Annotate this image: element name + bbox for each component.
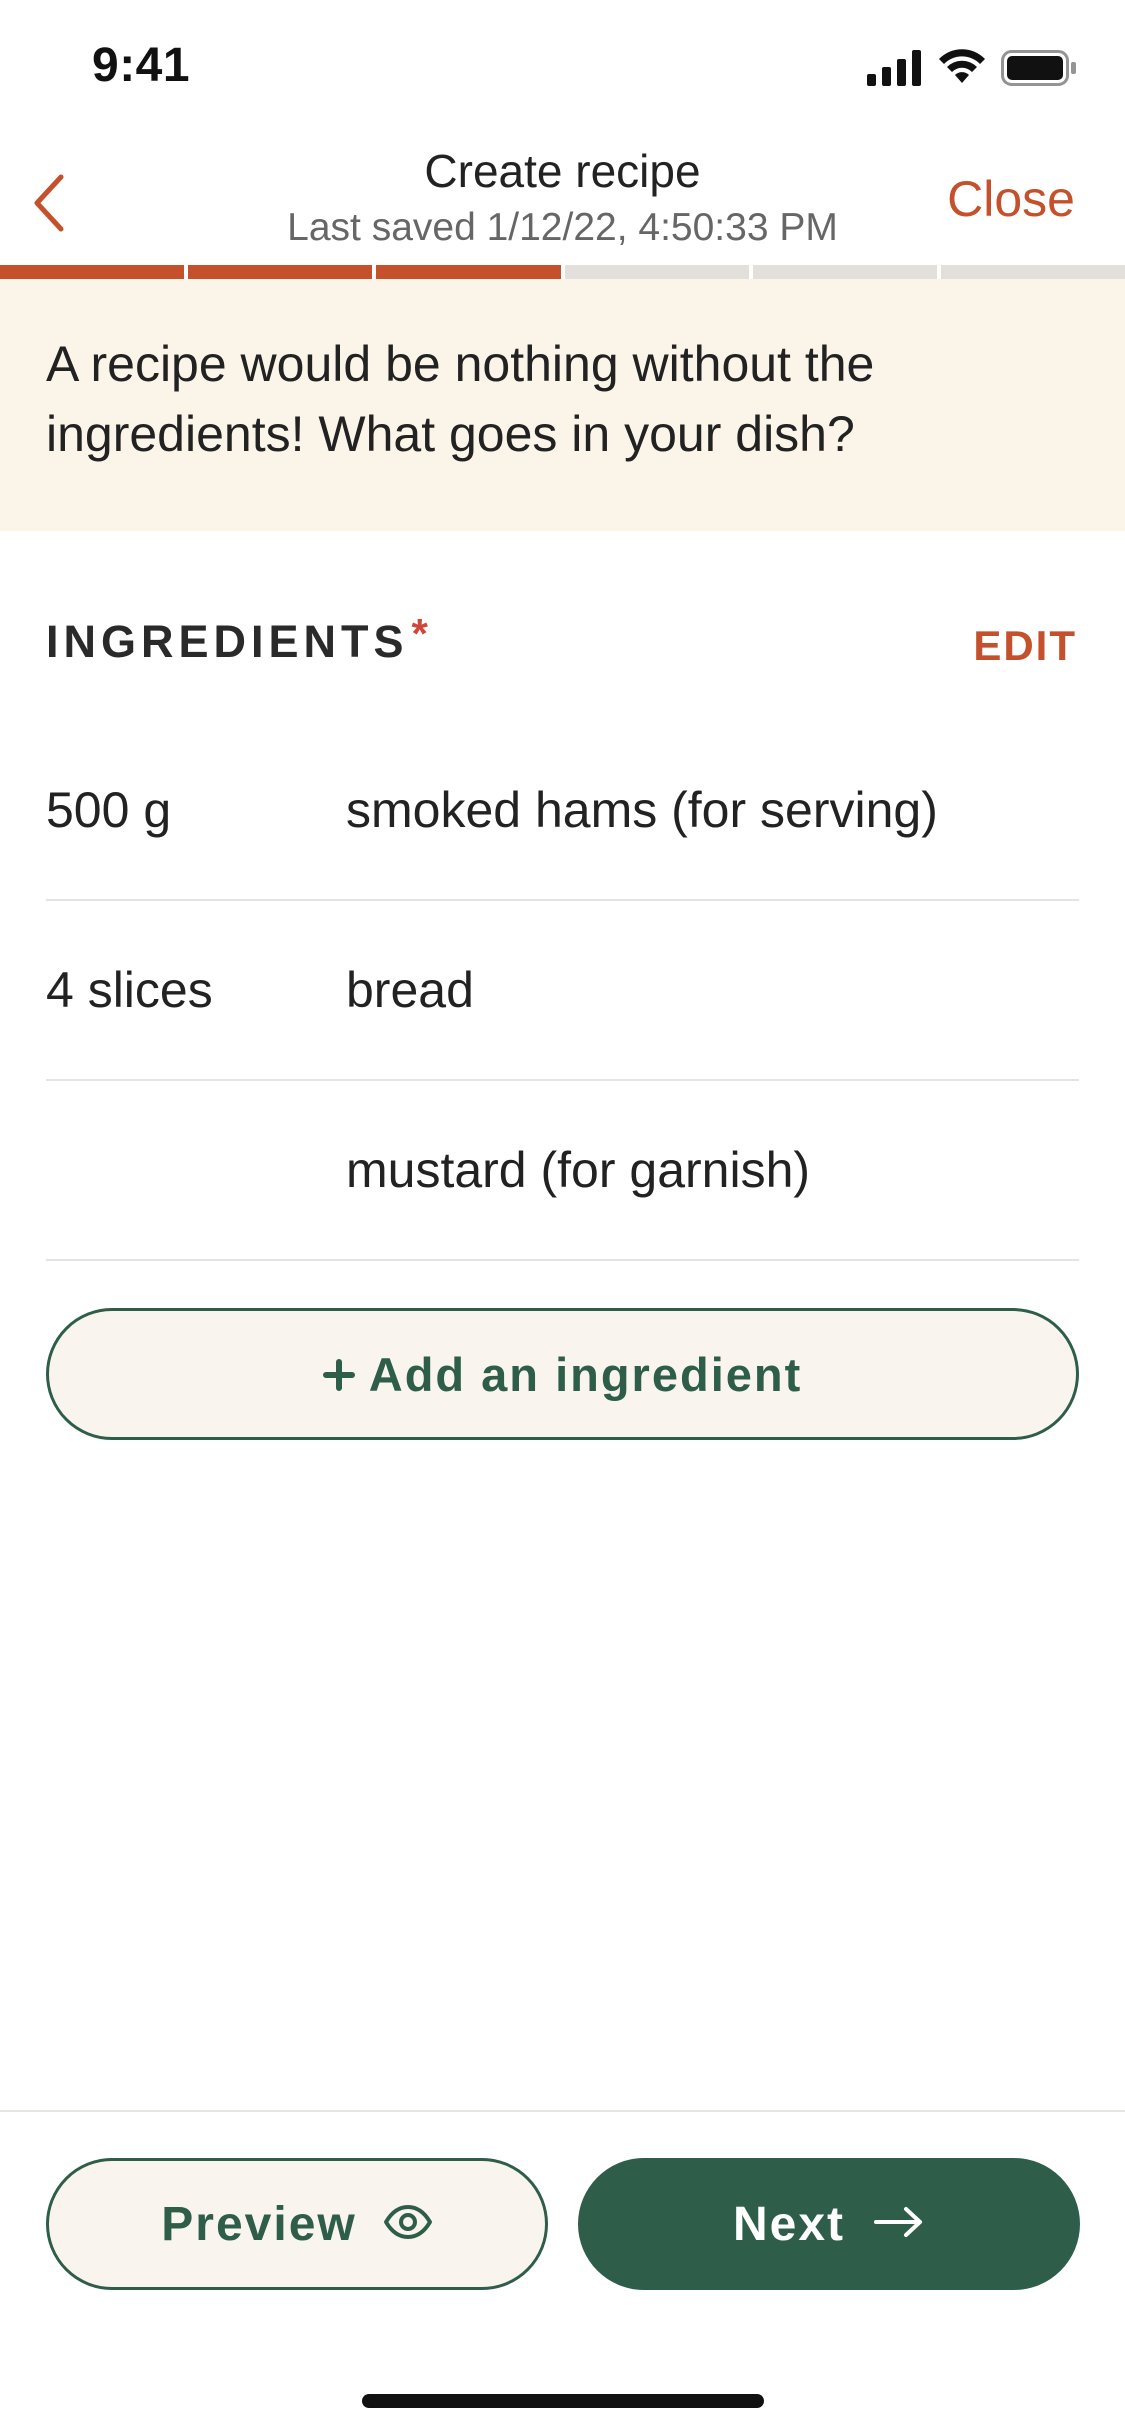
ingredients-section-header: INGREDIENTS* EDIT <box>46 610 1079 680</box>
close-button[interactable]: Close <box>947 170 1075 228</box>
step-progress-bar <box>0 265 1125 279</box>
add-ingredient-label: Add an ingredient <box>368 1347 803 1401</box>
ingredient-list: 500 g smoked hams (for serving) 4 slices… <box>46 721 1079 1261</box>
ingredients-title-text: INGREDIENTS <box>46 616 409 667</box>
edit-ingredients-button[interactable]: EDIT <box>973 622 1077 670</box>
next-label: Next <box>732 2197 846 2251</box>
nav-header: Create recipe Last saved 1/12/22, 4:50:3… <box>0 140 1125 265</box>
info-banner: A recipe would be nothing without the in… <box>0 279 1125 531</box>
preview-button[interactable]: Preview <box>46 2158 548 2290</box>
banner-text: A recipe would be nothing without the in… <box>46 336 875 462</box>
progress-step-3 <box>376 265 561 279</box>
status-icons <box>867 48 1077 92</box>
home-indicator[interactable] <box>362 2394 764 2408</box>
footer-divider <box>0 2110 1125 2112</box>
ingredient-name: mustard (for garnish) <box>346 1142 811 1198</box>
progress-step-4 <box>564 265 749 279</box>
arrow-right-icon <box>873 2205 925 2244</box>
status-time: 9:41 <box>92 39 191 92</box>
battery-icon <box>1001 49 1077 91</box>
ingredient-name: bread <box>346 962 474 1018</box>
ingredient-row[interactable]: 4 slices bread <box>46 901 1079 1081</box>
ingredient-quantity: 500 g <box>46 782 172 838</box>
cellular-signal-icon <box>867 49 923 91</box>
next-button[interactable]: Next <box>578 2158 1080 2290</box>
progress-step-6 <box>940 265 1125 279</box>
plus-icon <box>322 1349 355 1399</box>
status-bar: 9:41 <box>0 0 1125 140</box>
progress-step-1 <box>0 265 185 279</box>
wifi-icon <box>937 48 987 92</box>
ingredient-quantity: 4 slices <box>46 962 213 1018</box>
eye-icon <box>383 2204 433 2244</box>
add-ingredient-button[interactable]: Add an ingredient <box>46 1308 1079 1440</box>
progress-step-5 <box>752 265 937 279</box>
ingredient-name: smoked hams (for serving) <box>346 782 938 838</box>
progress-step-2 <box>188 265 373 279</box>
ingredient-row[interactable]: 500 g smoked hams (for serving) <box>46 721 1079 901</box>
ingredients-title: INGREDIENTS* <box>46 610 428 668</box>
preview-label: Preview <box>161 2197 357 2251</box>
required-marker: * <box>411 610 428 657</box>
ingredient-row[interactable]: mustard (for garnish) <box>46 1081 1079 1261</box>
